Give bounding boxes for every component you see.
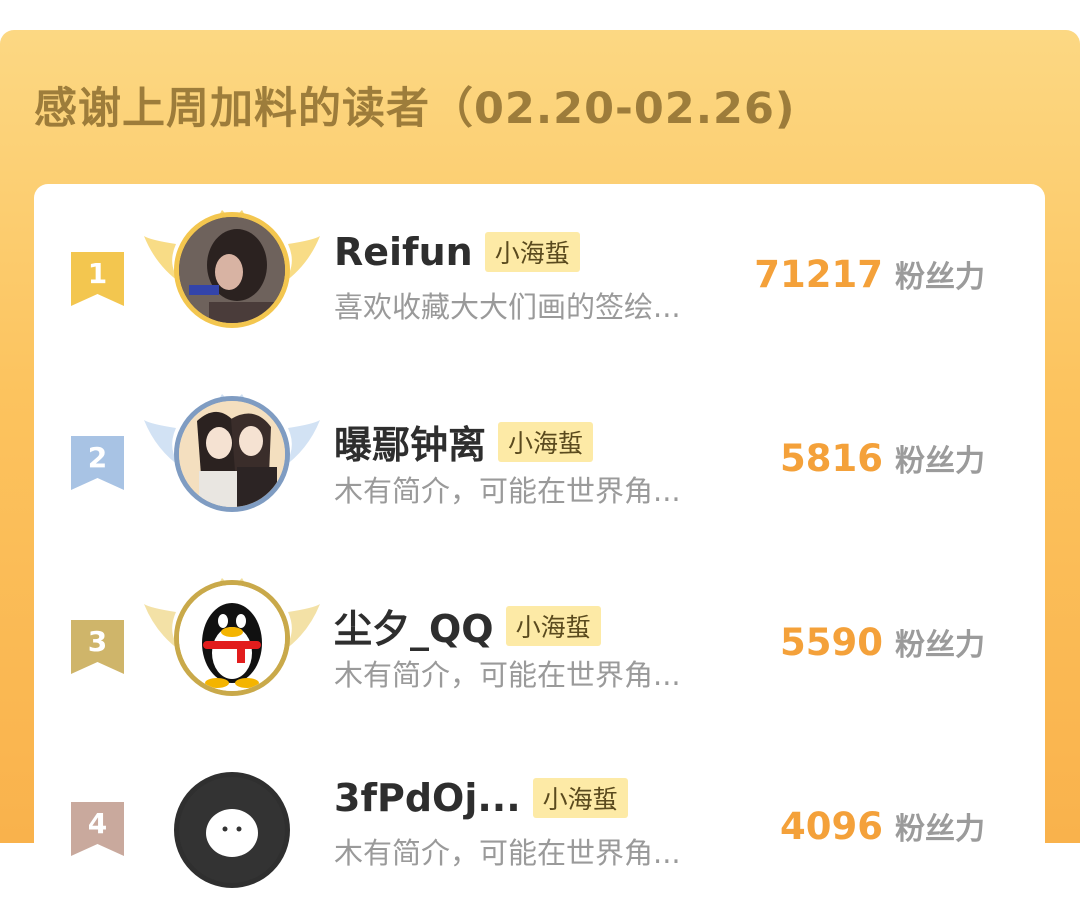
fan-power-unit: 粉丝力 bbox=[895, 812, 985, 847]
avatar[interactable] bbox=[174, 212, 290, 328]
level-badge: 小海蜇 bbox=[505, 605, 601, 646]
list-item[interactable]: 4 3fPdOj... 小海蜇 木有简介，可能在世界角... 4096 粉丝力 bbox=[34, 742, 1045, 912]
rank-number: 2 bbox=[87, 441, 108, 474]
fan-power-unit: 粉丝力 bbox=[895, 260, 985, 295]
fan-power-value: 4096 bbox=[780, 805, 883, 848]
fan-power: 4096 粉丝力 bbox=[780, 804, 985, 848]
rank-flag-icon: 3 bbox=[71, 620, 124, 674]
fan-power-value: 71217 bbox=[754, 253, 883, 296]
default-avatar-icon bbox=[179, 777, 285, 883]
level-badge: 小海蜇 bbox=[484, 232, 580, 272]
reader-bio: 木有简介，可能在世界角... bbox=[334, 474, 681, 508]
list-item[interactable]: 3 尘夕_QQ 小海蜇 木有简介，可能在世界角... 5590 粉丝力 bbox=[34, 556, 1045, 726]
page-title: 感谢上周加料的读者（02.20-02.26) bbox=[34, 84, 796, 134]
avatar[interactable] bbox=[174, 580, 290, 696]
fan-power: 71217 粉丝力 bbox=[754, 252, 985, 296]
reader-bio: 木有简介，可能在世界角... bbox=[334, 658, 681, 692]
reader-bio: 木有简介，可能在世界角... bbox=[334, 836, 681, 870]
photo-avatar-icon bbox=[179, 217, 285, 323]
rank-number: 1 bbox=[87, 257, 108, 290]
fan-power: 5590 粉丝力 bbox=[780, 620, 985, 664]
rank-number: 3 bbox=[87, 625, 108, 658]
reader-name[interactable]: Reifun bbox=[334, 230, 473, 274]
level-badge: 小海蜇 bbox=[532, 778, 628, 818]
list-item[interactable]: 1 Reifun 小海蜇 喜欢收藏大大们画的签绘... 71217 粉丝力 bbox=[34, 184, 1045, 354]
anime-avatar-icon bbox=[179, 401, 285, 507]
rank-flag-icon: 2 bbox=[71, 436, 124, 490]
avatar-frame bbox=[142, 564, 322, 704]
avatar-frame bbox=[142, 196, 322, 336]
avatar[interactable] bbox=[174, 396, 290, 512]
level-badge: 小海蜇 bbox=[498, 421, 594, 462]
qq-penguin-icon bbox=[179, 585, 285, 691]
list-item[interactable]: 2 曝鄢钟离 小海蜇 木有简介，可能在世界角... 5816 粉丝力 bbox=[34, 370, 1045, 540]
reader-name[interactable]: 3fPdOj... bbox=[334, 776, 521, 820]
rank-number: 4 bbox=[87, 807, 108, 840]
rank-flag-icon: 1 bbox=[71, 252, 124, 306]
reader-bio: 喜欢收藏大大们画的签绘... bbox=[334, 290, 681, 324]
fan-power-unit: 粉丝力 bbox=[895, 628, 985, 663]
reader-list: 1 Reifun 小海蜇 喜欢收藏大大们画的签绘... 71217 粉丝力 2 … bbox=[34, 184, 1045, 888]
rank-flag-icon: 4 bbox=[71, 802, 124, 856]
avatar-frame bbox=[142, 380, 322, 520]
avatar-frame bbox=[142, 756, 322, 896]
reader-name[interactable]: 尘夕_QQ bbox=[334, 598, 494, 653]
fan-power-value: 5816 bbox=[780, 437, 883, 480]
fan-power-value: 5590 bbox=[780, 621, 883, 664]
fan-power-unit: 粉丝力 bbox=[895, 444, 985, 479]
reader-name[interactable]: 曝鄢钟离 bbox=[334, 414, 486, 469]
avatar[interactable] bbox=[174, 772, 290, 888]
fan-power: 5816 粉丝力 bbox=[780, 436, 985, 480]
